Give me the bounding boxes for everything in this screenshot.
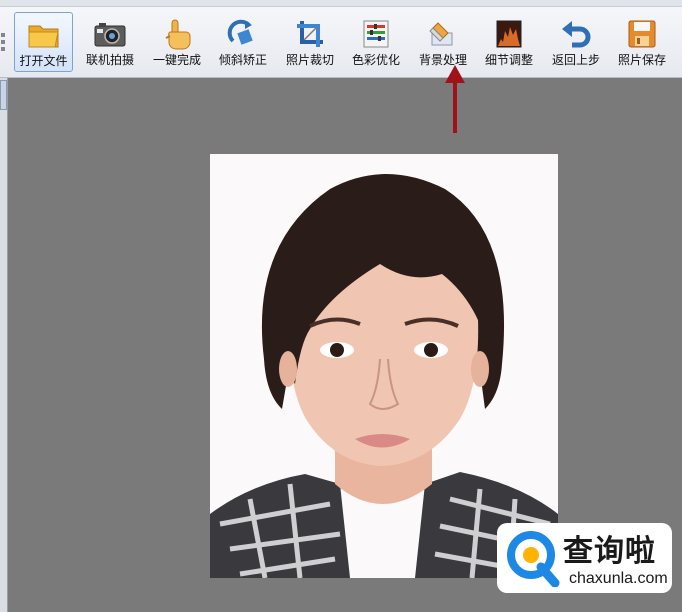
- crop-icon: [292, 17, 328, 51]
- histogram-icon: [491, 17, 527, 51]
- annotation-arrow: [445, 65, 465, 133]
- undo-icon: [558, 17, 594, 51]
- color-optimize-label: 色彩优化: [351, 53, 400, 67]
- panel-toggle-button[interactable]: [0, 80, 7, 110]
- camera-icon: [92, 17, 128, 51]
- watermark: 查询啦 chaxunla.com: [497, 523, 672, 593]
- hand-click-icon: [159, 17, 195, 51]
- tethered-capture-label: 联机拍摄: [85, 53, 134, 67]
- tilt-correction-label: 倾斜矫正: [218, 53, 267, 67]
- eraser-brush-icon: [425, 17, 461, 51]
- portrait-image: [210, 154, 558, 578]
- one-click-finish-label: 一键完成: [152, 53, 201, 67]
- photo-canvas[interactable]: [210, 154, 558, 578]
- toolbar: 打开文件 联机拍摄 一键完成 倾斜矫正 照片裁切 色彩优化 背景处理 细节调整 …: [0, 0, 682, 78]
- open-file-button[interactable]: 打开文件: [14, 12, 73, 72]
- tilt-correction-button[interactable]: 倾斜矫正: [213, 12, 273, 72]
- search-logo-icon: [507, 531, 560, 587]
- photo-crop-button[interactable]: 照片裁切: [280, 12, 340, 72]
- one-click-finish-button[interactable]: 一键完成: [147, 12, 207, 72]
- save-photo-label: 照片保存: [617, 53, 666, 67]
- watermark-url: chaxunla.com: [569, 570, 668, 587]
- save-photo-button[interactable]: 照片保存: [612, 12, 672, 72]
- undo-step-label: 返回上步: [551, 53, 600, 67]
- detail-adjust-label: 细节调整: [484, 53, 533, 67]
- rotate-correct-icon: [225, 17, 261, 51]
- watermark-title: 查询啦: [563, 534, 656, 569]
- color-optimize-button[interactable]: 色彩优化: [346, 12, 406, 72]
- color-adjust-icon: [358, 17, 394, 51]
- toolbar-grip-handle[interactable]: [0, 33, 6, 55]
- detail-adjust-button[interactable]: 细节调整: [479, 12, 539, 72]
- photo-crop-label: 照片裁切: [285, 53, 334, 67]
- left-panel-strip: [0, 78, 8, 612]
- tethered-capture-button[interactable]: 联机拍摄: [80, 12, 140, 72]
- toolbar-top-strip: [0, 0, 682, 7]
- save-disk-icon: [624, 17, 660, 51]
- folder-open-icon: [26, 18, 62, 52]
- open-file-label: 打开文件: [19, 54, 68, 68]
- undo-step-button[interactable]: 返回上步: [546, 12, 606, 72]
